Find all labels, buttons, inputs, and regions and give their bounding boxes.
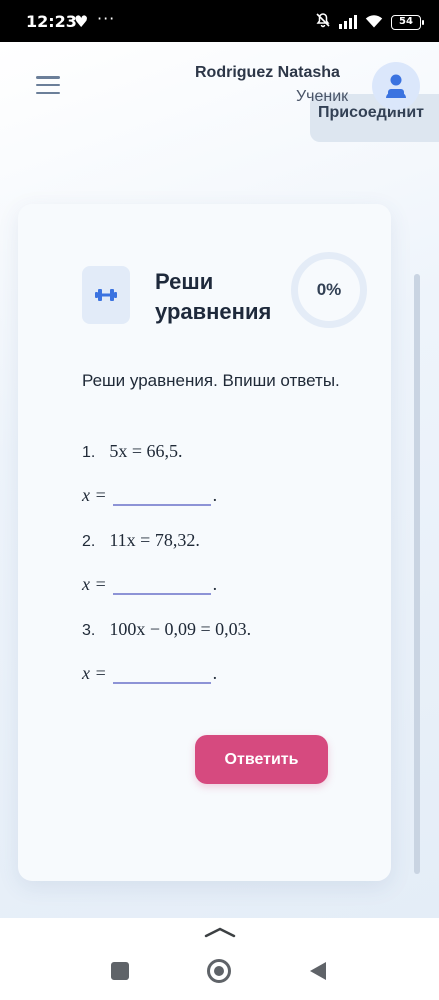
signal-icon (339, 15, 357, 29)
user-name: Rodriguez Natasha (195, 64, 340, 81)
equation-number: 2. (82, 533, 96, 550)
answer-row-1: x = . (82, 484, 217, 506)
more-notifications-icon: ··· (97, 9, 116, 28)
system-navigation-bar (0, 918, 439, 1000)
equation-expression: 5x = 66,5. (109, 441, 183, 461)
wifi-icon (365, 13, 383, 32)
equation-3: 3. 100x − 0,09 = 0,03. (82, 619, 251, 640)
scrollbar-track[interactable] (414, 274, 420, 874)
submit-answer-button[interactable]: Ответить (195, 735, 328, 784)
app-screen: Rodriguez Natasha Присоединит Ученик Реш… (0, 42, 439, 918)
task-title: Реши уравнения (155, 269, 272, 324)
home-button[interactable] (207, 959, 231, 983)
answer-suffix: . (212, 485, 218, 505)
avatar[interactable] (372, 62, 420, 110)
equation-expression: 100x − 0,09 = 0,03. (109, 619, 252, 639)
mute-icon (315, 12, 331, 32)
back-button[interactable] (310, 962, 326, 980)
battery-icon: 54 (391, 14, 424, 30)
chevron-up-icon[interactable] (204, 926, 236, 938)
equation-1: 1. 5x = 66,5. (82, 441, 183, 462)
dumbbell-icon (82, 266, 130, 324)
scrollbar-thumb[interactable] (414, 274, 420, 874)
answer-suffix: . (212, 663, 218, 683)
equation-expression: 11x = 78,32. (109, 530, 200, 550)
status-indicators: 54 (315, 12, 424, 32)
equation-number: 1. (82, 444, 96, 461)
answer-suffix: . (212, 574, 218, 594)
answer-input-1[interactable] (112, 484, 211, 506)
answer-row-2: x = . (82, 573, 217, 595)
status-time: 12:23 (26, 12, 77, 31)
answer-row-3: x = . (82, 662, 217, 684)
answer-prefix: x = (82, 663, 107, 683)
recent-apps-button[interactable] (111, 962, 129, 980)
user-role: Ученик (296, 88, 349, 105)
equation-number: 3. (82, 622, 96, 639)
answer-input-2[interactable] (112, 573, 211, 595)
task-card: Реши уравнения 0% Реши уравнения. Впиши … (18, 204, 391, 881)
hamburger-menu-icon[interactable] (36, 76, 60, 94)
equation-2: 2. 11x = 78,32. (82, 530, 200, 551)
answer-prefix: x = (82, 485, 107, 505)
person-icon (386, 74, 406, 98)
heart-icon: ♥ (74, 12, 89, 31)
task-instruction: Реши уравнения. Впиши ответы. (82, 371, 340, 390)
answer-prefix: x = (82, 574, 107, 594)
answer-input-3[interactable] (112, 662, 211, 684)
progress-indicator: 0% (291, 252, 367, 328)
status-bar: 12:23 ♥ ··· 54 (0, 0, 439, 42)
